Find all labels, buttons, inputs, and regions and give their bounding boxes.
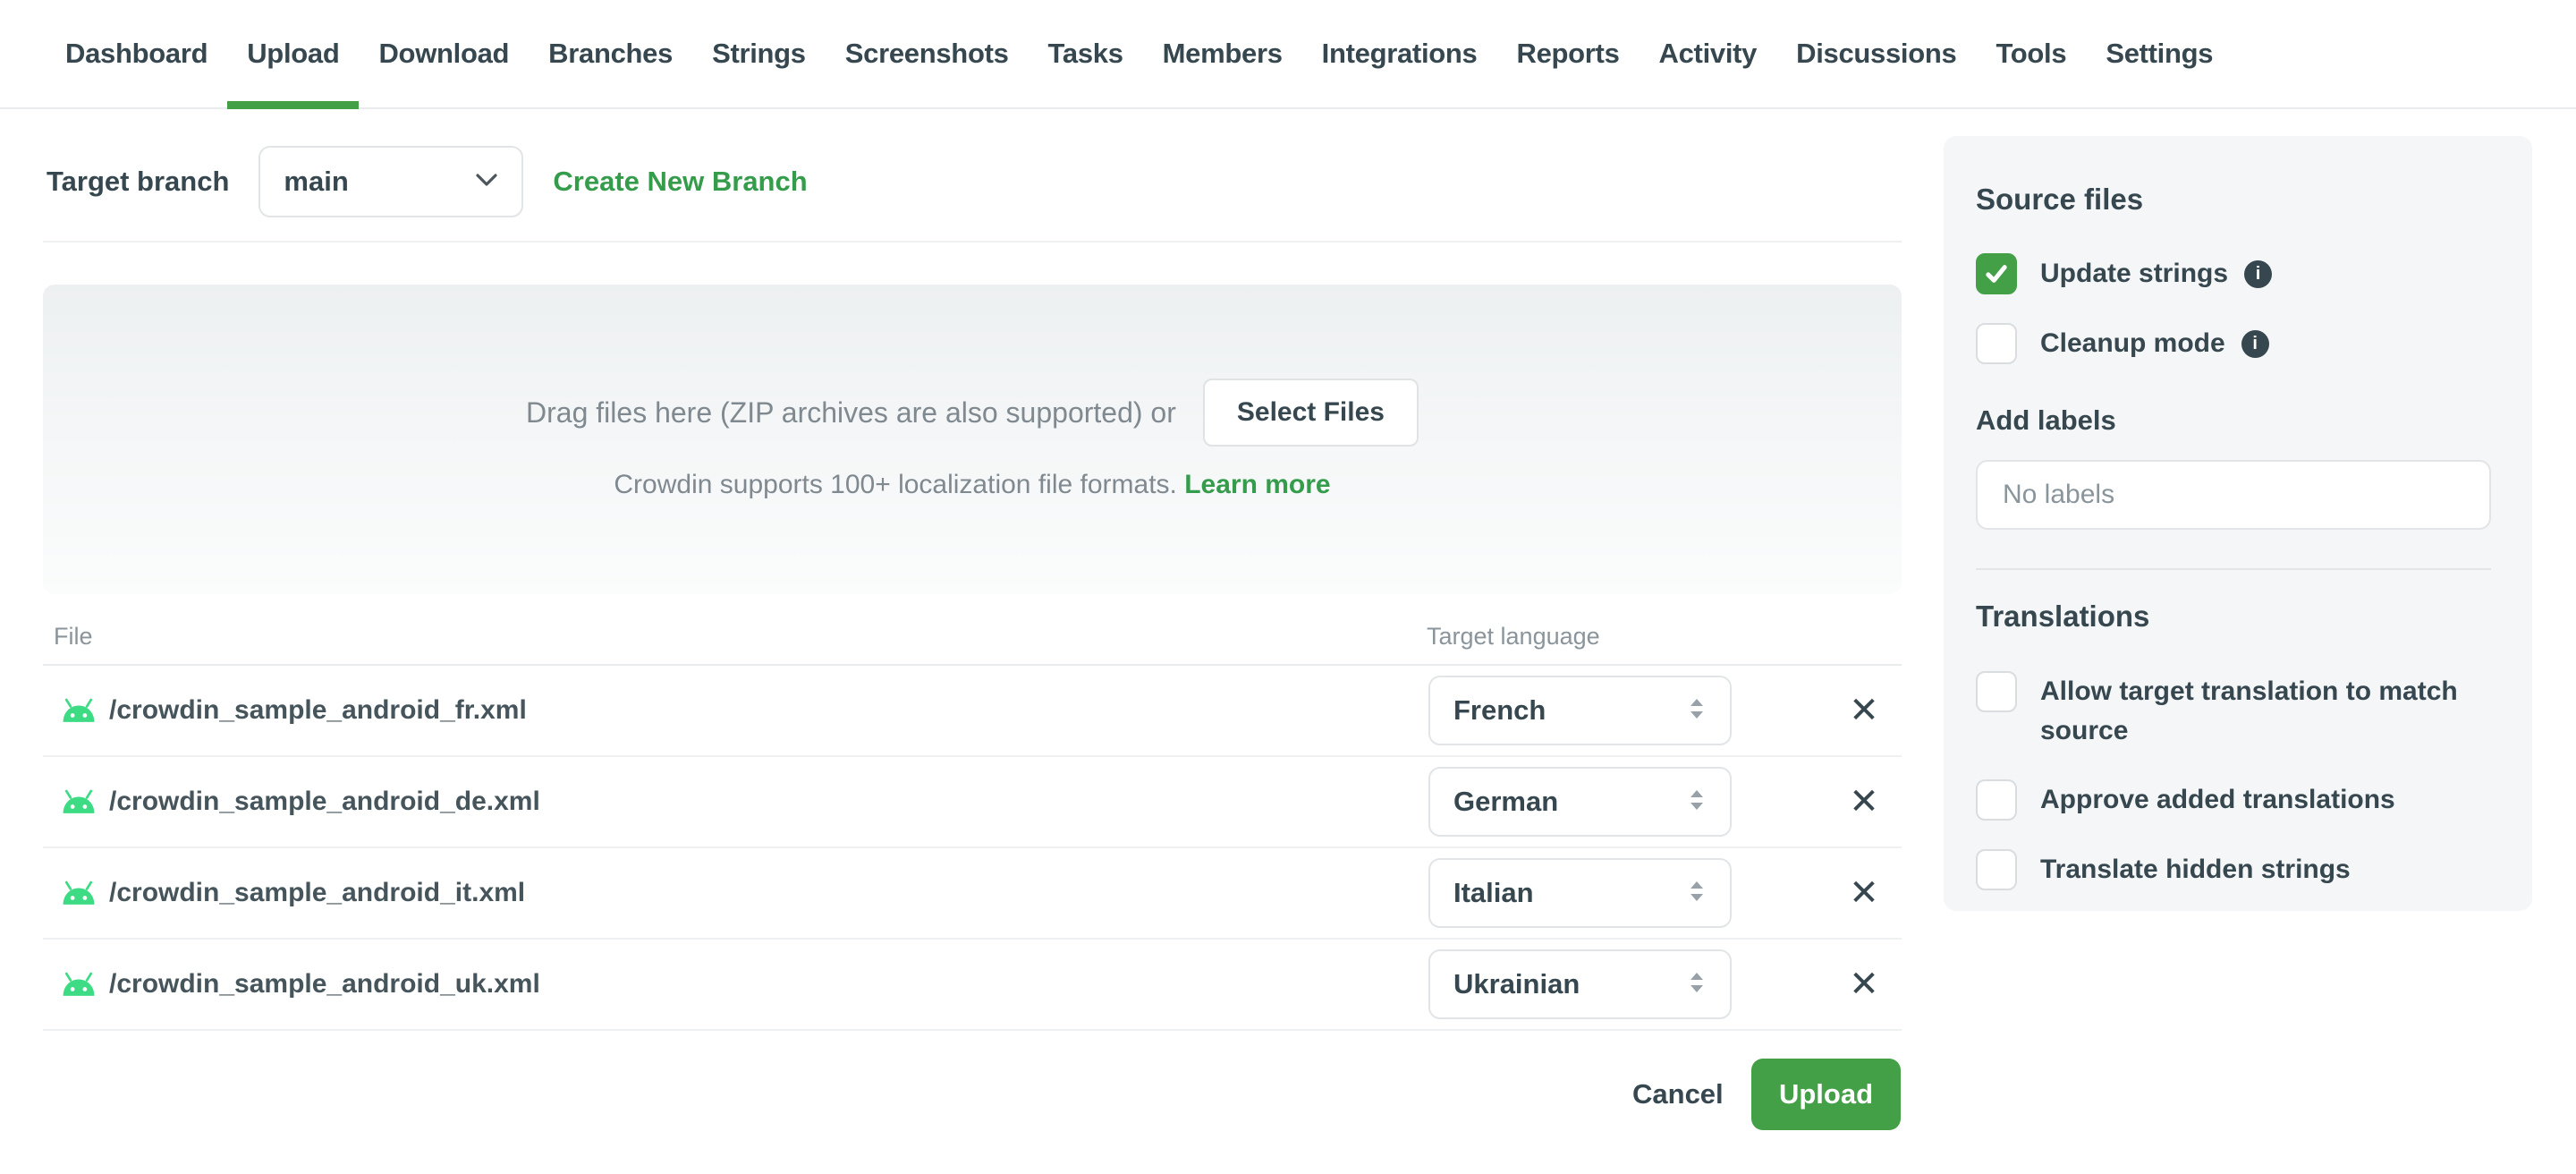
- tab-settings[interactable]: Settings: [2086, 0, 2233, 107]
- tab-screenshots[interactable]: Screenshots: [826, 0, 1029, 107]
- table-row: /crowdin_sample_android_fr.xml French ✕: [43, 666, 1902, 757]
- active-tab-indicator: [227, 101, 360, 109]
- tab-integrations[interactable]: Integrations: [1302, 0, 1497, 107]
- info-icon[interactable]: i: [2244, 260, 2273, 288]
- branch-select-value: main: [284, 166, 349, 197]
- table-row: /crowdin_sample_android_uk.xml Ukrainian…: [43, 940, 1902, 1031]
- top-nav: Dashboard Upload Download Branches Strin…: [0, 0, 2576, 109]
- allow-match-source-label: Allow target translation to match source: [2040, 676, 2458, 745]
- cancel-button[interactable]: Cancel: [1609, 1059, 1747, 1130]
- language-select[interactable]: Ukrainian: [1428, 949, 1732, 1019]
- section-divider: [43, 241, 1902, 242]
- tab-activity[interactable]: Activity: [1640, 0, 1777, 107]
- translate-hidden-row: Translate hidden strings: [1976, 849, 2491, 890]
- branch-select[interactable]: main: [258, 146, 524, 217]
- file-name: /crowdin_sample_android_fr.xml: [109, 695, 527, 725]
- tab-strings[interactable]: Strings: [692, 0, 826, 107]
- sidebar-divider: [1976, 568, 2491, 570]
- tab-branches[interactable]: Branches: [529, 0, 692, 107]
- table-row: /crowdin_sample_android_de.xml German ✕: [43, 757, 1902, 848]
- tab-members[interactable]: Members: [1143, 0, 1302, 107]
- tab-download[interactable]: Download: [359, 0, 529, 107]
- supported-formats-text: Crowdin supports 100+ localization file …: [614, 470, 1177, 499]
- android-icon: [59, 788, 98, 815]
- allow-match-source-checkbox[interactable]: [1976, 671, 2017, 712]
- language-select-value: French: [1453, 694, 1546, 726]
- learn-more-link[interactable]: Learn more: [1184, 470, 1330, 499]
- file-column-header: File: [54, 623, 93, 650]
- translations-title: Translations: [1976, 600, 2150, 633]
- target-branch-label: Target branch: [47, 166, 230, 197]
- language-select[interactable]: German: [1428, 767, 1732, 837]
- file-name: /crowdin_sample_android_uk.xml: [109, 969, 540, 999]
- updown-arrow-icon: [1687, 696, 1707, 726]
- create-new-branch-link[interactable]: Create New Branch: [553, 166, 807, 198]
- language-select[interactable]: French: [1428, 676, 1732, 745]
- files-table: File Target language /crowdin_sample_and…: [43, 617, 1902, 1031]
- android-icon: [59, 971, 98, 998]
- drag-files-text: Drag files here (ZIP archives are also s…: [526, 396, 1176, 429]
- file-dropzone[interactable]: Drag files here (ZIP archives are also s…: [43, 285, 1902, 594]
- table-row: /crowdin_sample_android_it.xml Italian ✕: [43, 848, 1902, 940]
- updown-arrow-icon: [1687, 879, 1707, 908]
- tab-tools[interactable]: Tools: [1976, 0, 2086, 107]
- remove-file-button[interactable]: ✕: [1835, 864, 1893, 922]
- tab-tasks[interactable]: Tasks: [1029, 0, 1143, 107]
- tab-upload[interactable]: Upload: [227, 0, 360, 109]
- updown-arrow-icon: [1687, 787, 1707, 817]
- table-header: File Target language: [43, 617, 1902, 666]
- remove-file-button[interactable]: ✕: [1835, 956, 1893, 1013]
- remove-file-button[interactable]: ✕: [1835, 682, 1893, 739]
- select-files-button[interactable]: Select Files: [1202, 379, 1419, 447]
- tab-dashboard[interactable]: Dashboard: [46, 0, 227, 107]
- cleanup-mode-row: Cleanup mode i: [1976, 323, 2491, 364]
- tab-discussions[interactable]: Discussions: [1776, 0, 1976, 107]
- update-strings-label: Update strings: [2040, 259, 2229, 288]
- remove-file-button[interactable]: ✕: [1835, 773, 1893, 830]
- target-language-column-header: Target language: [1427, 623, 1600, 650]
- language-select-value: Ukrainian: [1453, 968, 1580, 1000]
- approve-translations-row: Approve added translations: [1976, 779, 2491, 821]
- upload-button[interactable]: Upload: [1751, 1059, 1901, 1130]
- upload-options-sidebar: Source files Update strings i Cleanup mo…: [1944, 136, 2532, 911]
- allow-match-source-row: Allow target translation to match source: [1976, 671, 2491, 751]
- upload-page: Dashboard Upload Download Branches Strin…: [0, 0, 2576, 1174]
- file-name: /crowdin_sample_android_de.xml: [109, 787, 540, 816]
- add-labels-title: Add labels: [1976, 404, 2116, 436]
- chevron-down-icon: [475, 172, 498, 192]
- language-select-value: German: [1453, 786, 1559, 817]
- cleanup-mode-checkbox[interactable]: [1976, 323, 2017, 364]
- updown-arrow-icon: [1687, 970, 1707, 1000]
- target-branch-row: Target branch main Create New Branch: [47, 146, 808, 217]
- labels-input[interactable]: [1976, 460, 2491, 530]
- approve-translations-label: Approve added translations: [2040, 785, 2395, 814]
- language-select-value: Italian: [1453, 877, 1534, 908]
- language-select[interactable]: Italian: [1428, 858, 1732, 928]
- translate-hidden-checkbox[interactable]: [1976, 849, 2017, 890]
- dropzone-line1: Drag files here (ZIP archives are also s…: [526, 379, 1419, 447]
- source-files-title: Source files: [1976, 183, 2144, 216]
- android-icon: [59, 697, 98, 724]
- cleanup-mode-label: Cleanup mode: [2040, 328, 2225, 358]
- update-strings-checkbox[interactable]: [1976, 253, 2017, 294]
- update-strings-row: Update strings i: [1976, 253, 2491, 294]
- translate-hidden-label: Translate hidden strings: [2040, 855, 2351, 884]
- approve-translations-checkbox[interactable]: [1976, 779, 2017, 821]
- tab-upload-label: Upload: [247, 38, 340, 69]
- info-icon[interactable]: i: [2241, 330, 2269, 358]
- tab-reports[interactable]: Reports: [1496, 0, 1639, 107]
- dropzone-line2: Crowdin supports 100+ localization file …: [614, 470, 1330, 500]
- android-icon: [59, 880, 98, 906]
- file-name: /crowdin_sample_android_it.xml: [109, 878, 526, 907]
